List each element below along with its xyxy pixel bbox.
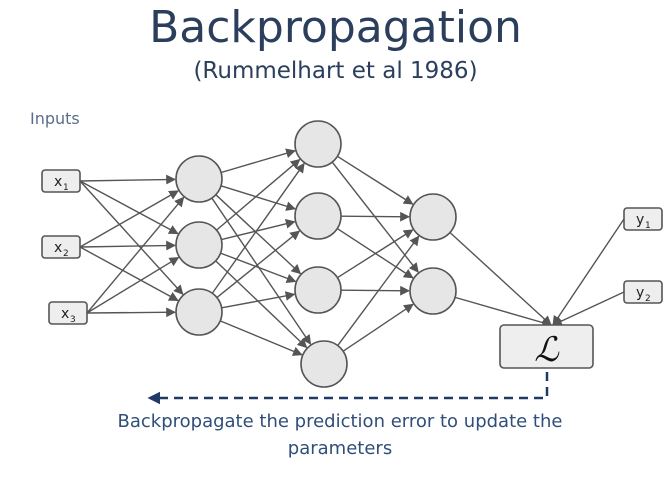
target-y1-subscript: 1 (645, 221, 651, 231)
input-x1-subscript: 1 (63, 183, 69, 193)
neuron-layer1-3 (175, 288, 223, 336)
target-y1-label: y (636, 212, 644, 228)
neuron-layer2-4 (300, 340, 348, 388)
neuron-layer2-3 (294, 266, 342, 314)
neuron-layer2-1 (294, 120, 342, 168)
edge-h1-h2-1-1 (221, 219, 296, 241)
edge-h1-h2-0-1 (220, 185, 297, 211)
edge-in-h1-1-0 (79, 190, 180, 248)
neuron-layer3-2 (409, 267, 457, 315)
target-y2-subscript: 2 (645, 294, 651, 304)
edge-h2-h3-0-0 (337, 155, 414, 205)
neuron-layer1-2 (175, 221, 223, 269)
edge-h2-h3-1-0 (340, 211, 410, 222)
edge-h1-h2-2-1 (216, 230, 301, 299)
edge-h1-h2-2-2 (221, 291, 296, 309)
neuron-layer3-1 (409, 193, 457, 241)
target-y2-label: y (636, 285, 644, 301)
network-nodes (41, 120, 663, 388)
edge-h1-h2-2-0 (211, 162, 305, 294)
neuron-layer2-2 (294, 192, 342, 240)
network-edges (79, 148, 625, 356)
input-x2-subscript: 2 (63, 249, 69, 259)
edge-in-h1-1-1 (79, 240, 176, 251)
edge-h1-h2-1-2 (220, 252, 297, 283)
edge-in-h1-2-1 (86, 256, 180, 314)
edge-h2-h3-2-1 (340, 285, 410, 296)
edge-h1-h2-1-3 (215, 260, 308, 349)
input-x2-label: x (54, 240, 62, 256)
neuron-layer1-1 (175, 155, 223, 203)
edge-in-h1-2-2 (86, 307, 176, 318)
input-x1-label: x (54, 174, 62, 190)
edge-h2-h3-3-1 (342, 303, 414, 352)
edge-in-h1-1-2 (79, 246, 179, 302)
loss-symbol: ℒ (534, 330, 560, 370)
input-x3-label: x (61, 306, 69, 322)
edge-h1-h2-2-3 (219, 320, 303, 356)
edge-in-h1-0-1 (79, 180, 179, 235)
edge-in-h1-0-0 (79, 174, 176, 185)
backprop-arrow (147, 372, 549, 405)
input-x3-subscript: 3 (70, 315, 76, 325)
edge-h1-h2-0-0 (220, 148, 296, 174)
backprop-caption: Backpropagate the prediction error to up… (117, 411, 563, 459)
